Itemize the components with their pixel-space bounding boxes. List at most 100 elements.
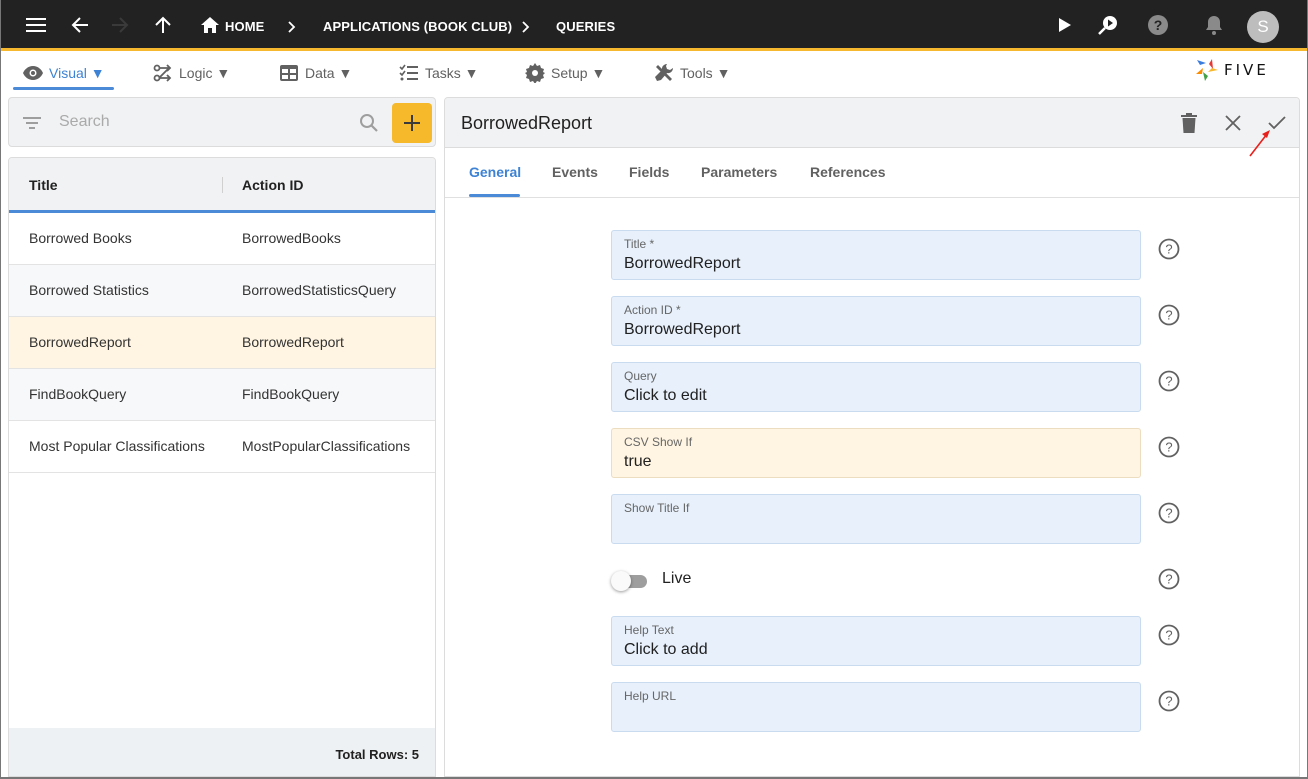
run-play-icon[interactable] <box>1052 12 1078 38</box>
help-icon[interactable]: ? <box>1145 12 1171 38</box>
help-circle-icon[interactable]: ? <box>1158 238 1180 260</box>
csv-show-if-field[interactable]: CSV Show If true <box>611 428 1141 478</box>
active-tab-indicator <box>469 194 520 197</box>
home-icon[interactable] <box>197 12 223 38</box>
plus-icon <box>404 115 420 131</box>
svg-text:?: ? <box>1165 694 1172 709</box>
title-field[interactable]: Title * BorrowedReport <box>611 230 1141 280</box>
search-icon[interactable] <box>359 113 379 133</box>
cell-title: Borrowed Statistics <box>29 282 149 298</box>
breadcrumb-applications[interactable]: APPLICATIONS (BOOK CLUB) <box>323 19 512 34</box>
help-circle-icon[interactable]: ? <box>1158 502 1180 524</box>
svg-text:?: ? <box>1165 242 1172 257</box>
menu-tasks[interactable]: Tasks ▼ <box>399 62 479 84</box>
query-field[interactable]: Query Click to edit <box>611 362 1141 412</box>
close-button[interactable] <box>1221 111 1245 135</box>
menu-logic-label: Logic ▼ <box>179 65 231 81</box>
help-text-field-value: Click to add <box>624 641 708 658</box>
form-tabs: General Events Fields Parameters Referen… <box>445 148 1299 198</box>
menu-logic[interactable]: Logic ▼ <box>153 62 230 84</box>
table-row-selected[interactable]: BorrowedReport BorrowedReport <box>9 317 435 369</box>
trash-icon <box>1181 113 1197 133</box>
list-footer: Total Rows: 5 <box>9 728 435 776</box>
up-arrow-icon[interactable] <box>150 12 176 38</box>
column-header-action-id[interactable]: Action ID <box>242 177 303 193</box>
cell-title: FindBookQuery <box>29 386 127 402</box>
help-url-field[interactable]: Help URL <box>611 682 1141 732</box>
tab-events[interactable]: Events <box>552 164 598 180</box>
help-circle-icon[interactable]: ? <box>1158 370 1180 392</box>
cell-action-id: FindBookQuery <box>242 386 340 402</box>
live-toggle-label: Live <box>662 570 692 587</box>
action-id-field[interactable]: Action ID * BorrowedReport <box>611 296 1141 346</box>
svg-text:?: ? <box>1165 506 1172 521</box>
add-button[interactable] <box>392 103 432 143</box>
help-circle-icon[interactable]: ? <box>1158 624 1180 646</box>
avatar[interactable]: S <box>1247 11 1279 43</box>
svg-text:?: ? <box>1165 572 1172 587</box>
svg-text:?: ? <box>1165 628 1172 643</box>
close-icon <box>1225 115 1241 131</box>
title-field-value: BorrowedReport <box>624 255 741 272</box>
menu-visual-label: Visual ▼ <box>49 65 105 81</box>
breadcrumb-queries[interactable]: QUERIES <box>556 19 615 34</box>
action-id-field-value: BorrowedReport <box>624 321 741 338</box>
table-row[interactable]: FindBookQuery FindBookQuery <box>9 369 435 421</box>
gear-icon <box>525 63 545 83</box>
csv-show-if-field-value: true <box>624 453 652 470</box>
menu-data-label: Data ▼ <box>305 65 353 81</box>
query-field-value: Click to edit <box>624 387 707 404</box>
show-title-if-field[interactable]: Show Title If <box>611 494 1141 544</box>
menu-tools[interactable]: Tools ▼ <box>654 62 730 84</box>
cell-action-id: MostPopularClassifications <box>242 438 411 454</box>
cell-action-id: BorrowedBooks <box>242 230 341 246</box>
menu-data[interactable]: Data ▼ <box>279 62 352 84</box>
logic-icon <box>153 64 172 82</box>
search-bar <box>8 97 436 147</box>
filter-icon[interactable] <box>23 116 41 130</box>
save-button[interactable] <box>1265 111 1289 135</box>
csv-show-if-field-label: CSV Show If <box>624 435 693 449</box>
menu-icon[interactable] <box>23 12 49 38</box>
form-title: BorrowedReport <box>461 113 593 133</box>
query-field-label: Query <box>624 369 657 383</box>
five-logo-icon <box>1196 59 1218 81</box>
help-circle-icon[interactable]: ? <box>1158 436 1180 458</box>
active-menu-indicator <box>13 87 114 90</box>
menu-visual[interactable]: Visual ▼ <box>23 62 105 84</box>
main-menu-bar: Visual ▼ Logic ▼ Data ▼ Tasks ▼ Setup ▼ … <box>1 54 1307 92</box>
chevron-right-icon <box>522 21 530 33</box>
table-row[interactable]: Borrowed Statistics BorrowedStatisticsQu… <box>9 265 435 317</box>
forward-arrow-icon[interactable] <box>107 12 133 38</box>
column-divider[interactable] <box>222 177 223 193</box>
back-arrow-icon[interactable] <box>67 12 93 38</box>
tools-icon <box>655 63 674 81</box>
list-header: Title Action ID <box>9 158 435 213</box>
notifications-bell-icon[interactable] <box>1201 12 1227 38</box>
delete-button[interactable] <box>1177 111 1201 135</box>
cell-title: BorrowedReport <box>29 334 131 350</box>
breadcrumb-home[interactable]: HOME <box>225 19 264 34</box>
column-header-title[interactable]: Title <box>29 177 58 193</box>
top-app-bar: HOME APPLICATIONS (BOOK CLUB) QUERIES ? … <box>1 0 1307 51</box>
svg-text:?: ? <box>1165 374 1172 389</box>
help-circle-icon[interactable]: ? <box>1158 690 1180 712</box>
help-text-field[interactable]: Help Text Click to add <box>611 616 1141 666</box>
help-circle-icon[interactable]: ? <box>1158 568 1180 590</box>
tab-fields[interactable]: Fields <box>629 164 669 180</box>
column-divider[interactable] <box>435 177 436 193</box>
check-icon <box>1268 116 1286 130</box>
help-circle-icon[interactable]: ? <box>1158 304 1180 326</box>
live-toggle[interactable] <box>611 571 651 591</box>
tab-general[interactable]: General <box>469 164 521 180</box>
tab-parameters[interactable]: Parameters <box>701 164 777 180</box>
debug-search-icon[interactable] <box>1095 12 1121 38</box>
table-row[interactable]: Most Popular Classifications MostPopular… <box>9 421 435 473</box>
tab-references[interactable]: References <box>810 164 886 180</box>
five-logo-text: FIVE <box>1224 61 1269 79</box>
menu-tools-label: Tools ▼ <box>680 65 731 81</box>
search-input[interactable] <box>59 110 349 134</box>
table-row[interactable]: Borrowed Books BorrowedBooks <box>9 213 435 265</box>
queries-list: Title Action ID Borrowed Books BorrowedB… <box>8 157 436 777</box>
menu-setup[interactable]: Setup ▼ <box>525 62 605 84</box>
